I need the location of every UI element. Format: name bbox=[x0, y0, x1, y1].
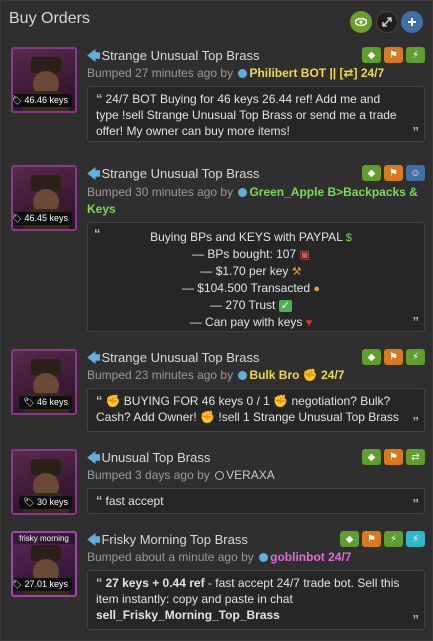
quote-open-icon: “ bbox=[96, 493, 103, 508]
dollar-icon: $ bbox=[345, 232, 352, 244]
tag-icon[interactable]: ◆ bbox=[362, 349, 381, 365]
arrow-left-icon: 🡄 bbox=[87, 350, 101, 365]
add-icon[interactable] bbox=[401, 11, 423, 33]
bolt-icon[interactable]: ⚡ bbox=[384, 531, 403, 547]
item-thumbnail[interactable]: 🏷 30 keys bbox=[11, 449, 77, 515]
price-badge: 🏷 46.46 keys bbox=[11, 94, 72, 107]
quote-open-icon: “ bbox=[94, 226, 101, 241]
tag-icon[interactable]: ◆ bbox=[362, 47, 381, 63]
comment-line: — BPs bought: 107 ▣ bbox=[192, 247, 310, 261]
quote-open-icon: “ bbox=[96, 91, 103, 106]
bumped-line: Bumped 3 days ago by VERAXA bbox=[87, 468, 275, 482]
price-badge: 🏷 30 keys bbox=[19, 496, 72, 509]
user-status-icon bbox=[215, 471, 225, 480]
comment-line: — $104.500 Transacted ● bbox=[181, 281, 321, 295]
price-badge: 🏷 46 keys bbox=[19, 396, 72, 409]
comment-line: — 270 Trust ✓ bbox=[210, 298, 292, 312]
flag-icon[interactable]: ⚑ bbox=[384, 47, 403, 63]
user-status-icon bbox=[259, 553, 269, 562]
check-icon: ✓ bbox=[278, 300, 292, 312]
listing-item: frisky morning 🏷 27.01 keys 🡄Frisky Morn… bbox=[9, 531, 425, 635]
quote-close-icon: ” bbox=[412, 414, 420, 429]
comment-line: — $1.70 per key ⚒ bbox=[200, 264, 302, 278]
arrow-left-icon: 🡄 bbox=[87, 450, 101, 465]
bumped-line: Bumped 30 minutes ago by Green_Apple B>B… bbox=[87, 185, 418, 216]
key-icon: ⚒ bbox=[291, 266, 302, 278]
buy-orders-panel: Buy Orders 🏷 46.46 keys 🡄Strange Unusual… bbox=[0, 0, 433, 641]
muscle-icon: ✊ bbox=[302, 368, 318, 382]
tag-icon[interactable]: ◆ bbox=[362, 165, 381, 181]
swap-icon[interactable]: ⇄ bbox=[406, 449, 425, 465]
user-link[interactable]: goblinbot 24/7 bbox=[270, 550, 351, 564]
listing-comment: “24/7 BOT Buying for 46 keys 26.44 ref! … bbox=[87, 86, 425, 142]
item-thumbnail[interactable]: 🏷 46.45 keys bbox=[11, 165, 77, 231]
comment-line: — Can pay with keys ♥ bbox=[189, 315, 313, 329]
comment-line: Buying BPs and KEYS with PAYPAL $ bbox=[150, 230, 352, 244]
muscle-icon: ✊ bbox=[105, 394, 121, 408]
user-status-icon bbox=[238, 188, 248, 197]
action-badges: ◆ ⚑ ⚡ ⚡ bbox=[340, 531, 425, 547]
flag-icon[interactable]: ⚑ bbox=[362, 531, 381, 547]
quote-close-icon: ” bbox=[412, 496, 420, 511]
action-badges: ◆ ⚑ ☺ bbox=[362, 165, 425, 181]
flag-icon[interactable]: ⚑ bbox=[384, 349, 403, 365]
quote-close-icon: ” bbox=[412, 314, 420, 329]
user-link[interactable]: Philibert BOT || [⇄] 24/7 bbox=[249, 66, 384, 80]
tag-icon: 🏷 bbox=[11, 579, 22, 589]
listing-comment: “fast accept ” bbox=[87, 488, 425, 514]
action-badges: ◆ ⚑ ⚡ bbox=[362, 349, 425, 365]
flag-icon[interactable]: ⚑ bbox=[384, 165, 403, 181]
bolt-icon[interactable]: ⚡ bbox=[406, 349, 425, 365]
item-thumbnail[interactable]: 🏷 46.46 keys bbox=[11, 47, 77, 113]
gift-icon: ▣ bbox=[299, 249, 310, 261]
listing-comment: “27 keys + 0.44 ref - fast accept 24/7 t… bbox=[87, 570, 425, 630]
quote-close-icon: ” bbox=[412, 612, 420, 627]
money-bag-icon: ● bbox=[313, 283, 321, 295]
user-status-icon bbox=[238, 69, 248, 78]
user-link[interactable]: VERAXA bbox=[226, 468, 275, 482]
muscle-icon: ✊ bbox=[200, 410, 216, 424]
item-thumbnail[interactable]: 🏷 46 keys bbox=[11, 349, 77, 415]
arrow-left-icon: 🡄 bbox=[87, 166, 101, 181]
tag-icon[interactable]: ◆ bbox=[362, 449, 381, 465]
panel-header: Buy Orders bbox=[1, 1, 433, 39]
bumped-line: Bumped 23 minutes ago by Bulk Bro ✊ 24/7 bbox=[87, 368, 345, 382]
action-badges: ◆ ⚑ ⚡ bbox=[362, 47, 425, 63]
item-thumbnail[interactable]: frisky morning 🏷 27.01 keys bbox=[11, 531, 77, 597]
quote-open-icon: “ bbox=[96, 575, 103, 590]
flag-icon[interactable]: ⚑ bbox=[384, 449, 403, 465]
listing-item: 🏷 46.45 keys 🡄Strange Unusual Top Brass … bbox=[9, 165, 425, 332]
tag-icon: 🏷 bbox=[11, 95, 22, 105]
listing-item: 🏷 46 keys 🡄Strange Unusual Top Brass ◆ ⚑… bbox=[9, 349, 425, 433]
price-badge: 🏷 27.01 keys bbox=[11, 578, 72, 591]
add-user-icon[interactable]: ☺ bbox=[406, 165, 425, 181]
user-link[interactable]: Bulk Bro ✊ 24/7 bbox=[249, 368, 344, 382]
effect-label: frisky morning bbox=[13, 533, 75, 544]
listing-comment: “ Buying BPs and KEYS with PAYPAL $ — BP… bbox=[87, 222, 425, 332]
listing-item: 🏷 30 keys 🡄Unusual Top Brass ◆ ⚑ ⇄ Bumpe… bbox=[9, 449, 425, 517]
panel-title: Buy Orders bbox=[9, 10, 90, 27]
quote-close-icon: ” bbox=[412, 124, 420, 139]
arrow-left-icon: 🡄 bbox=[87, 48, 101, 63]
eye-icon[interactable] bbox=[350, 11, 372, 33]
listing-item: 🏷 46.46 keys 🡄Strange Unusual Top Brass … bbox=[9, 47, 425, 147]
bolt-icon[interactable]: ⚡ bbox=[406, 47, 425, 63]
bumped-line: Bumped about a minute ago by goblinbot 2… bbox=[87, 550, 352, 564]
user-status-icon bbox=[238, 371, 248, 380]
bumped-line: Bumped 27 minutes ago by Philibert BOT |… bbox=[87, 66, 385, 80]
expand-icon[interactable] bbox=[376, 11, 398, 33]
tag-icon: 🏷 bbox=[23, 397, 35, 407]
bolt-instant-icon[interactable]: ⚡ bbox=[406, 531, 425, 547]
muscle-icon: ✊ bbox=[273, 394, 289, 408]
tag-icon: 🏷 bbox=[23, 497, 35, 507]
tag-icon[interactable]: ◆ bbox=[340, 531, 359, 547]
heart-icon: ♥ bbox=[305, 317, 313, 329]
tag-icon: 🏷 bbox=[11, 213, 22, 223]
arrow-left-icon: 🡄 bbox=[87, 532, 101, 547]
action-badges: ◆ ⚑ ⇄ bbox=[362, 449, 425, 465]
listing-comment: “✊ BUYING FOR 46 keys 0 / 1 ✊ negotiatio… bbox=[87, 388, 425, 432]
price-badge: 🏷 46.45 keys bbox=[11, 212, 72, 225]
quote-open-icon: “ bbox=[96, 393, 103, 408]
trade-command[interactable]: sell_Frisky_Morning_Top_Brass bbox=[96, 607, 406, 623]
